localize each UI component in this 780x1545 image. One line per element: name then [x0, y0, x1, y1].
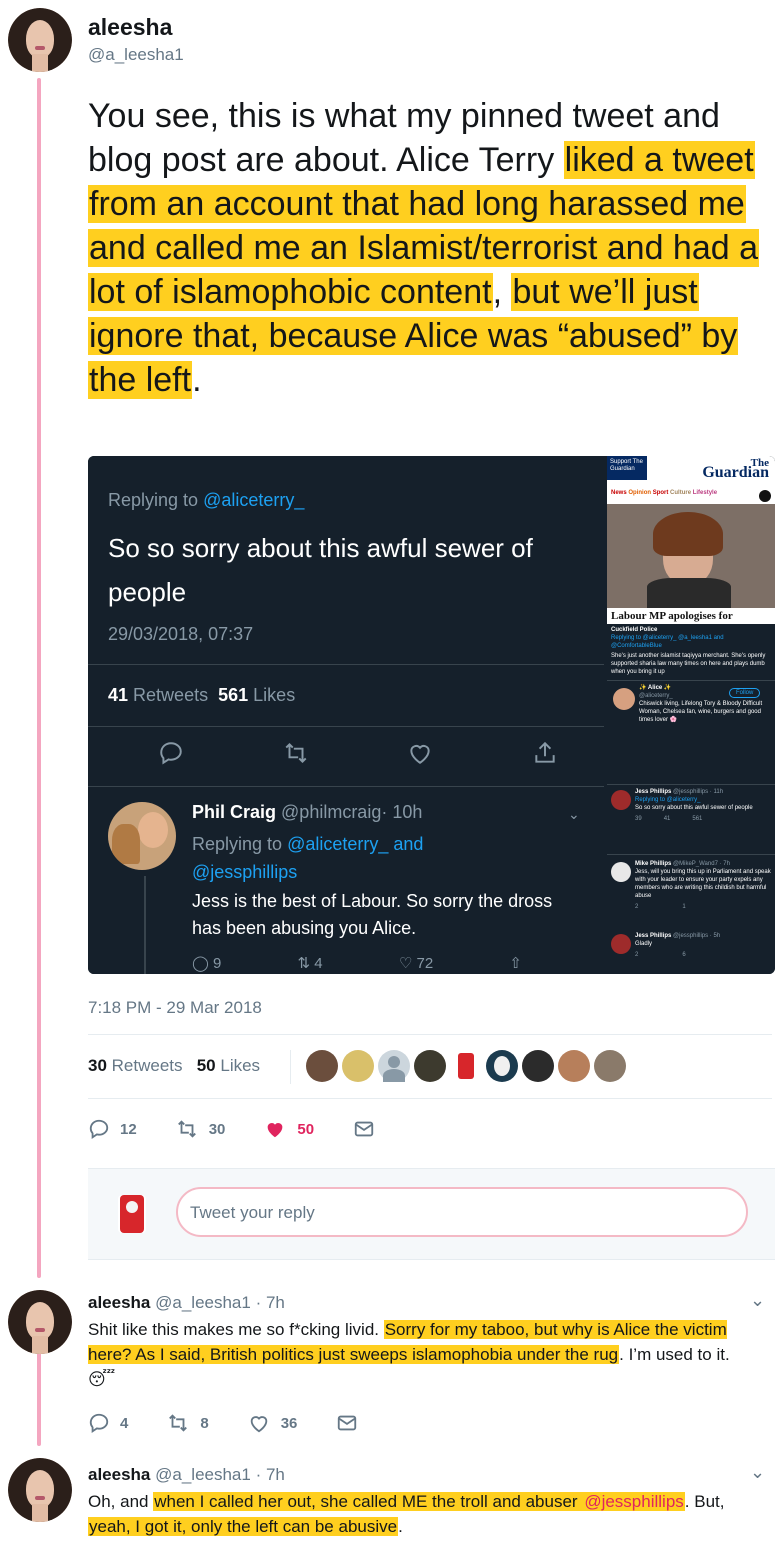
avatar[interactable]: [8, 1458, 72, 1522]
retweet-icon: [169, 1414, 188, 1432]
envelope-icon: [354, 1121, 374, 1137]
avatar[interactable]: [342, 1050, 374, 1082]
retweet-button[interactable]: 30: [175, 1118, 225, 1140]
chevron-down-icon[interactable]: ⌄: [750, 1290, 765, 1311]
thread-line: [37, 1346, 41, 1446]
reply-icon: [89, 1413, 109, 1433]
screenshot-right: Support The Guardian The Guardian News O…: [607, 456, 775, 974]
avatar[interactable]: [594, 1050, 626, 1082]
tweet-stats[interactable]: 30 Retweets 50 Likes: [88, 1056, 260, 1076]
avatar[interactable]: [8, 8, 72, 72]
heart-icon: [250, 1416, 267, 1433]
dm-button[interactable]: [335, 1412, 359, 1434]
avatar[interactable]: [378, 1050, 410, 1082]
reply-tweet[interactable]: aleesha @a_leesha1 · 7h Shit like this m…: [88, 1290, 768, 1392]
avatar[interactable]: [306, 1050, 338, 1082]
likers-avatars[interactable]: [306, 1050, 626, 1082]
like-button[interactable]: 36: [247, 1412, 297, 1434]
author-name[interactable]: aleesha: [88, 14, 184, 41]
heart-icon: [268, 1123, 283, 1138]
retweet-button[interactable]: 8: [166, 1412, 209, 1434]
retweet-icon: [283, 740, 309, 771]
reply-input[interactable]: Tweet your reply: [176, 1187, 748, 1237]
like-icon: [407, 740, 433, 771]
reply-tweet[interactable]: aleesha @a_leesha1 · 7h Oh, and when I c…: [88, 1462, 768, 1539]
author-handle[interactable]: @a_leesha1: [88, 45, 184, 65]
quoted-text: So so sorry about this awful sewer of pe…: [108, 533, 533, 607]
screenshot-left: Replying to @aliceterry_ So so sorry abo…: [88, 456, 604, 974]
retweet-icon: [177, 1120, 196, 1138]
tweet-actions: 12 30 50: [88, 1118, 414, 1140]
envelope-icon: [338, 1415, 357, 1431]
dm-button[interactable]: [352, 1118, 376, 1140]
reply-button[interactable]: 12: [88, 1118, 137, 1140]
avatar: [108, 802, 176, 870]
reply-actions: 4 8 36: [88, 1412, 397, 1434]
like-button[interactable]: 50: [263, 1118, 314, 1140]
tweet-timestamp[interactable]: 7:18 PM - 29 Mar 2018: [88, 998, 262, 1018]
avatar[interactable]: [414, 1050, 446, 1082]
avatar[interactable]: [450, 1050, 482, 1082]
tweet-text: You see, this is what my pinned tweet an…: [88, 97, 760, 399]
share-icon: [532, 740, 558, 771]
avatar[interactable]: [486, 1050, 518, 1082]
reply-composer: Tweet your reply: [88, 1168, 775, 1260]
avatar[interactable]: [558, 1050, 590, 1082]
reply-icon: [89, 1119, 109, 1139]
reply-icon: [158, 740, 184, 771]
reply-button[interactable]: 4: [88, 1412, 128, 1434]
tweet-media[interactable]: Replying to @aliceterry_ So so sorry abo…: [88, 456, 775, 974]
thread-line: [37, 78, 41, 1278]
chevron-down-icon[interactable]: ⌄: [750, 1462, 765, 1483]
quoted-datetime: 29/03/2018, 07:37: [108, 624, 254, 644]
avatar[interactable]: [522, 1050, 554, 1082]
avatar[interactable]: [8, 1290, 72, 1354]
avatar: [118, 1195, 146, 1233]
